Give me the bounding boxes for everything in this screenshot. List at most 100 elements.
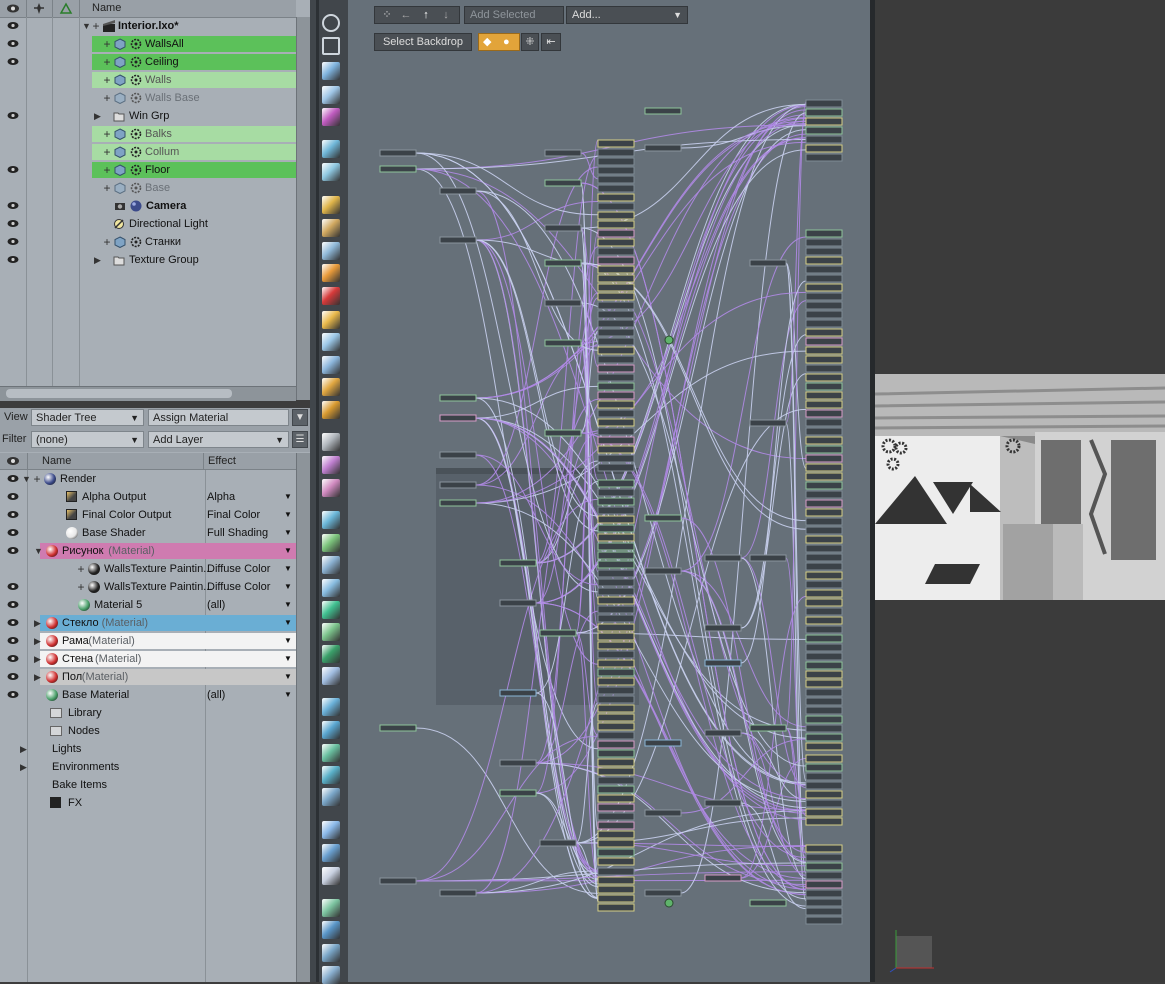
scroll-thumb[interactable] <box>6 389 232 398</box>
shader-node[interactable] <box>597 560 635 569</box>
bend-tool-icon[interactable] <box>322 378 340 396</box>
shader-node[interactable] <box>597 686 635 695</box>
shader-node[interactable] <box>704 624 742 632</box>
expand-right-icon[interactable]: ▶ <box>20 740 27 758</box>
shader-node[interactable] <box>597 885 635 894</box>
shader-node[interactable] <box>805 301 843 310</box>
shader-node[interactable] <box>805 643 843 652</box>
shader-node[interactable] <box>805 319 843 328</box>
shader-node[interactable] <box>597 157 635 166</box>
shader-row[interactable]: + WallsTexture Paintin... Diffuse Color ▼ <box>0 560 296 578</box>
shader-row[interactable]: ▶ Стекло (Material) ▼ <box>0 614 296 632</box>
shader-row[interactable]: ▶ Рама (Material) ▼ <box>0 632 296 650</box>
shader-row[interactable]: Material 5 (all) ▼ <box>0 596 296 614</box>
items-horizontal-scrollbar[interactable] <box>0 386 296 401</box>
shader-node[interactable] <box>597 515 635 524</box>
shader-node[interactable] <box>749 259 787 267</box>
vertex-tool-icon[interactable] <box>322 667 340 685</box>
item-row-walls-base[interactable]: + Walls Base <box>0 89 296 107</box>
shader-node[interactable] <box>805 562 843 571</box>
shader-node[interactable] <box>597 139 635 148</box>
falloff-tool-icon[interactable] <box>322 433 340 451</box>
shader-node[interactable] <box>597 445 635 454</box>
shader-node[interactable] <box>805 481 843 490</box>
shader-node[interactable] <box>749 419 787 427</box>
shader-node[interactable] <box>805 589 843 598</box>
shader-row[interactable]: Library <box>0 704 296 722</box>
visibility-eye-icon[interactable] <box>7 21 19 30</box>
shader-node[interactable] <box>439 889 477 897</box>
visibility-eye-icon[interactable] <box>7 219 19 228</box>
shader-node[interactable] <box>805 754 843 763</box>
shader-node[interactable] <box>597 650 635 659</box>
shader-node[interactable] <box>597 400 635 409</box>
filter-dropdown[interactable]: (none) ▼ <box>31 431 144 448</box>
polygon-tool-icon[interactable] <box>322 698 340 716</box>
box-orange-icon[interactable] <box>322 264 340 282</box>
effect-dropdown-icon[interactable]: ▼ <box>284 686 292 704</box>
shader-node[interactable] <box>805 781 843 790</box>
shader-node[interactable] <box>597 587 635 596</box>
effect-dropdown-icon[interactable]: ▼ <box>284 506 292 524</box>
shader-node[interactable] <box>597 812 635 821</box>
edge-tool-icon[interactable] <box>322 645 340 663</box>
shader-node[interactable] <box>597 542 635 551</box>
shader-node[interactable] <box>805 355 843 364</box>
shader-node[interactable] <box>805 742 843 751</box>
plus-icon[interactable]: + <box>102 179 112 197</box>
shader-node[interactable] <box>805 799 843 808</box>
effect-dropdown-icon[interactable]: ▼ <box>284 542 292 560</box>
shader-node[interactable] <box>597 704 635 713</box>
shader-node[interactable] <box>597 857 635 866</box>
shader-node[interactable] <box>805 733 843 742</box>
fit-nodes-icon[interactable]: ⁘ <box>378 7 396 23</box>
shader-node[interactable] <box>805 862 843 871</box>
ruler-tool-icon[interactable] <box>322 944 340 962</box>
relay-node[interactable] <box>664 898 674 908</box>
shader-node[interactable] <box>805 544 843 553</box>
item-row-walls[interactable]: + Walls <box>0 71 296 89</box>
expand-down-icon[interactable]: ▼ <box>34 542 43 560</box>
visibility-eye-icon[interactable] <box>7 57 19 66</box>
shader-node[interactable] <box>597 894 635 903</box>
shader-node[interactable] <box>805 247 843 256</box>
shader-node[interactable] <box>597 337 635 346</box>
shader-node[interactable] <box>597 677 635 686</box>
item-row-camera[interactable]: Camera <box>0 197 296 215</box>
filter-funnel-icon[interactable]: ▼ <box>292 409 308 426</box>
shader-node[interactable] <box>805 99 843 108</box>
shader-node[interactable] <box>805 853 843 862</box>
shader-node[interactable] <box>805 889 843 898</box>
shader-node[interactable] <box>805 706 843 715</box>
shader-node[interactable] <box>805 508 843 517</box>
shader-row[interactable]: ▶ Пол (Material) ▼ <box>0 668 296 686</box>
plus-icon[interactable]: + <box>102 89 112 107</box>
plus-icon[interactable]: + <box>32 470 42 488</box>
slice-tool-icon[interactable] <box>322 333 340 351</box>
shader-node[interactable] <box>644 567 682 575</box>
lock-column-header[interactable] <box>27 0 53 17</box>
shader-row[interactable]: ▼ + Render <box>0 470 296 488</box>
assign-material-button[interactable]: Assign Material <box>148 409 289 426</box>
shader-node[interactable] <box>597 785 635 794</box>
shader-node[interactable] <box>597 821 635 830</box>
shader-row[interactable]: Final Color Output Final Color ▼ <box>0 506 296 524</box>
shader-node[interactable] <box>805 126 843 135</box>
weld-tool-icon[interactable] <box>322 721 340 739</box>
visibility-eye-icon[interactable] <box>7 201 19 210</box>
circle-tool-icon[interactable] <box>322 14 340 32</box>
shader-node[interactable] <box>805 265 843 274</box>
shader-node[interactable] <box>544 224 582 232</box>
add-node-dropdown[interactable]: Add... ▼ <box>566 6 688 24</box>
plus-icon[interactable]: + <box>102 35 112 53</box>
shader-row[interactable]: ▶ Стена (Material) ▼ <box>0 650 296 668</box>
shader-node[interactable] <box>805 382 843 391</box>
visibility-column-header[interactable] <box>0 0 27 17</box>
shader-node[interactable] <box>499 559 537 567</box>
shader-node[interactable] <box>597 569 635 578</box>
shader-node[interactable] <box>805 463 843 472</box>
bridge-tool-icon[interactable] <box>322 311 340 329</box>
effect-dropdown-icon[interactable]: ▼ <box>284 632 292 650</box>
shader-node[interactable] <box>805 679 843 688</box>
shader-node[interactable] <box>597 740 635 749</box>
